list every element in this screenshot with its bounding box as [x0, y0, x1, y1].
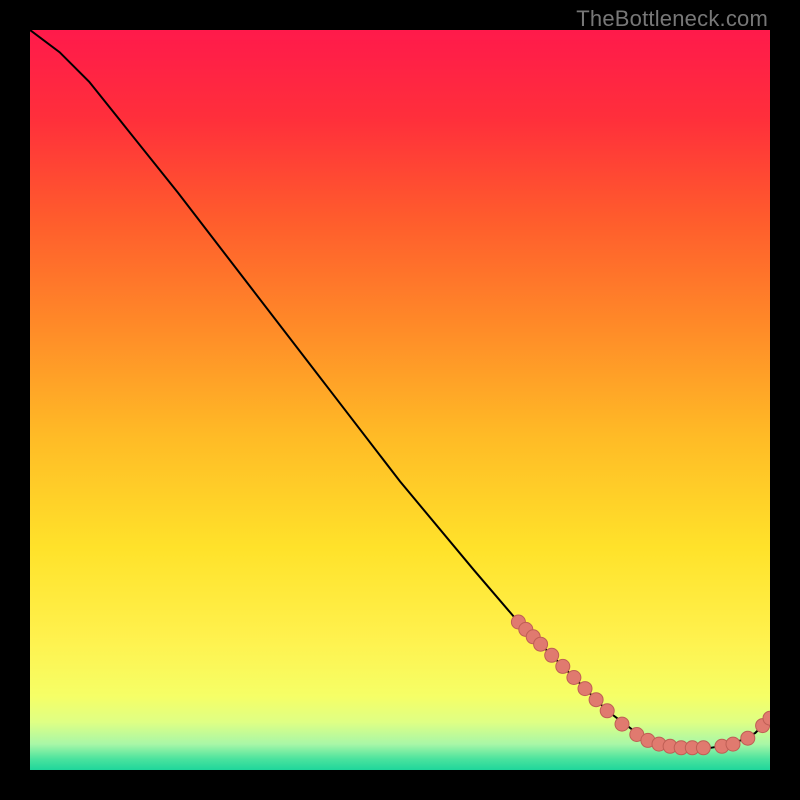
- watermark-text: TheBottleneck.com: [576, 6, 768, 32]
- curve-marker: [741, 731, 755, 745]
- curve-marker: [589, 693, 603, 707]
- curve-marker: [545, 648, 559, 662]
- curve-marker: [696, 741, 710, 755]
- curve-marker: [556, 659, 570, 673]
- curve-marker: [567, 671, 581, 685]
- curve-marker: [534, 637, 548, 651]
- chart-plot: [30, 30, 770, 770]
- curve-marker: [600, 704, 614, 718]
- chart-stage: TheBottleneck.com: [0, 0, 800, 800]
- gradient-background: [30, 30, 770, 770]
- curve-marker: [615, 717, 629, 731]
- curve-marker: [726, 737, 740, 751]
- curve-marker: [578, 682, 592, 696]
